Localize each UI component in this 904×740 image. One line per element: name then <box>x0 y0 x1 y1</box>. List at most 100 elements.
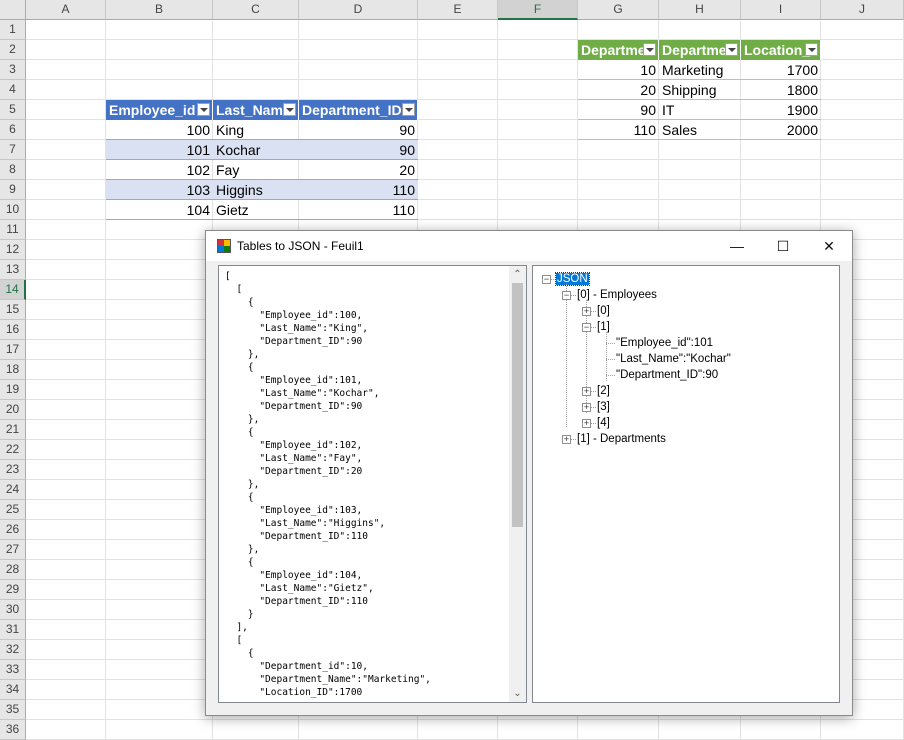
filter-dropdown-icon[interactable] <box>283 103 296 116</box>
employees-cell[interactable]: 104 <box>106 200 213 220</box>
row-header-6[interactable]: 6 <box>0 120 26 140</box>
row-header-7[interactable]: 7 <box>0 140 26 160</box>
employees-cell[interactable]: Gietz <box>213 200 299 220</box>
row-header-14[interactable]: 14 <box>0 280 26 300</box>
departments-header-3[interactable]: Location_ <box>741 40 821 60</box>
row-header-36[interactable]: 36 <box>0 720 26 740</box>
json-vertical-scrollbar[interactable]: ⌃ ⌄ <box>509 266 526 702</box>
expand-toggle-icon[interactable]: + <box>582 387 591 396</box>
tree-node-item-1[interactable]: [1] <box>597 320 610 335</box>
departments-cell[interactable]: 10 <box>578 60 659 80</box>
employees-cell[interactable]: 90 <box>299 140 418 160</box>
tree-node-departments[interactable]: [1] - Departments <box>577 432 666 447</box>
filter-dropdown-icon[interactable] <box>643 43 656 56</box>
column-header-j[interactable]: J <box>821 0 904 20</box>
row-header-5[interactable]: 5 <box>0 100 26 120</box>
row-header-30[interactable]: 30 <box>0 600 26 620</box>
scroll-down-arrow-icon[interactable]: ⌄ <box>509 685 526 702</box>
json-text-pane[interactable]: [ [ { "Employee_id":100, "Last_Name":"Ki… <box>218 265 527 703</box>
employees-header-department-id[interactable]: Department_ID <box>299 100 418 120</box>
row-header-21[interactable]: 21 <box>0 420 26 440</box>
scrollbar-thumb[interactable] <box>512 283 523 527</box>
minimize-button[interactable]: — <box>714 231 760 261</box>
employees-header-last-name[interactable]: Last_Name <box>213 100 299 120</box>
expand-toggle-icon[interactable]: + <box>582 403 591 412</box>
row-header-3[interactable]: 3 <box>0 60 26 80</box>
expand-toggle-icon[interactable]: + <box>582 419 591 428</box>
collapse-toggle-icon[interactable]: − <box>562 291 571 300</box>
row-header-12[interactable]: 12 <box>0 240 26 260</box>
employees-cell[interactable]: 103 <box>106 180 213 200</box>
collapse-toggle-icon[interactable]: − <box>542 275 551 284</box>
json-text[interactable]: [ [ { "Employee_id":100, "Last_Name":"Ki… <box>225 270 431 699</box>
row-header-28[interactable]: 28 <box>0 560 26 580</box>
row-header-9[interactable]: 9 <box>0 180 26 200</box>
tree-node-item-3[interactable]: [3] <box>597 400 610 415</box>
departments-cell[interactable]: 1800 <box>741 80 821 100</box>
employees-cell[interactable]: 100 <box>106 120 213 140</box>
row-header-17[interactable]: 17 <box>0 340 26 360</box>
column-header-c[interactable]: C <box>213 0 299 20</box>
employees-cell[interactable]: 110 <box>299 180 418 200</box>
row-header-4[interactable]: 4 <box>0 80 26 100</box>
row-header-11[interactable]: 11 <box>0 220 26 240</box>
tree-node-item-0[interactable]: [0] <box>597 304 610 319</box>
filter-dropdown-icon[interactable] <box>402 103 415 116</box>
row-header-18[interactable]: 18 <box>0 360 26 380</box>
row-header-23[interactable]: 23 <box>0 460 26 480</box>
departments-cell[interactable]: Sales <box>659 120 741 140</box>
row-header-27[interactable]: 27 <box>0 540 26 560</box>
row-header-33[interactable]: 33 <box>0 660 26 680</box>
json-tree-view[interactable]: − JSON − [0] - Employees + [0] − [1] "Em… <box>532 265 840 703</box>
departments-header-2[interactable]: Departme <box>659 40 741 60</box>
expand-toggle-icon[interactable]: + <box>582 307 591 316</box>
departments-cell[interactable]: Shipping <box>659 80 741 100</box>
filter-dropdown-icon[interactable] <box>197 103 210 116</box>
row-header-25[interactable]: 25 <box>0 500 26 520</box>
departments-cell[interactable]: 90 <box>578 100 659 120</box>
employees-cell[interactable]: Higgins <box>213 180 299 200</box>
column-header-a[interactable]: A <box>26 0 106 20</box>
column-header-i[interactable]: I <box>741 0 821 20</box>
row-header-20[interactable]: 20 <box>0 400 26 420</box>
filter-dropdown-icon[interactable] <box>725 43 738 56</box>
employees-header-employee-id[interactable]: Employee_id <box>106 100 213 120</box>
employees-cell[interactable]: King <box>213 120 299 140</box>
row-header-8[interactable]: 8 <box>0 160 26 180</box>
row-header-15[interactable]: 15 <box>0 300 26 320</box>
tree-leaf-department-id[interactable]: "Department_ID":90 <box>616 368 718 383</box>
column-header-f[interactable]: F <box>498 0 578 20</box>
column-header-g[interactable]: G <box>578 0 659 20</box>
row-header-16[interactable]: 16 <box>0 320 26 340</box>
tree-node-json-root[interactable]: JSON <box>555 272 590 287</box>
row-header-24[interactable]: 24 <box>0 480 26 500</box>
scroll-up-arrow-icon[interactable]: ⌃ <box>509 266 526 283</box>
employees-cell[interactable]: 20 <box>299 160 418 180</box>
departments-cell[interactable]: 110 <box>578 120 659 140</box>
tree-node-item-2[interactable]: [2] <box>597 384 610 399</box>
row-header-26[interactable]: 26 <box>0 520 26 540</box>
column-header-d[interactable]: D <box>299 0 418 20</box>
tree-leaf-employee-id[interactable]: "Employee_id":101 <box>616 336 713 351</box>
select-all-corner[interactable] <box>0 0 26 20</box>
row-header-10[interactable]: 10 <box>0 200 26 220</box>
employees-cell[interactable]: Fay <box>213 160 299 180</box>
departments-cell[interactable]: 2000 <box>741 120 821 140</box>
row-header-29[interactable]: 29 <box>0 580 26 600</box>
tree-node-employees[interactable]: [0] - Employees <box>577 288 657 303</box>
employees-cell[interactable]: 102 <box>106 160 213 180</box>
departments-cell[interactable]: Marketing <box>659 60 741 80</box>
dialog-titlebar[interactable]: Tables to JSON - Feuil1 — ☐ ✕ <box>206 231 852 261</box>
employees-cell[interactable]: 101 <box>106 140 213 160</box>
row-header-2[interactable]: 2 <box>0 40 26 60</box>
row-header-34[interactable]: 34 <box>0 680 26 700</box>
column-header-h[interactable]: H <box>659 0 741 20</box>
departments-cell[interactable]: 1700 <box>741 60 821 80</box>
maximize-button[interactable]: ☐ <box>760 231 806 261</box>
row-header-19[interactable]: 19 <box>0 380 26 400</box>
departments-cell[interactable]: 20 <box>578 80 659 100</box>
employees-cell[interactable]: 110 <box>299 200 418 220</box>
row-header-35[interactable]: 35 <box>0 700 26 720</box>
column-header-e[interactable]: E <box>418 0 498 20</box>
row-header-22[interactable]: 22 <box>0 440 26 460</box>
